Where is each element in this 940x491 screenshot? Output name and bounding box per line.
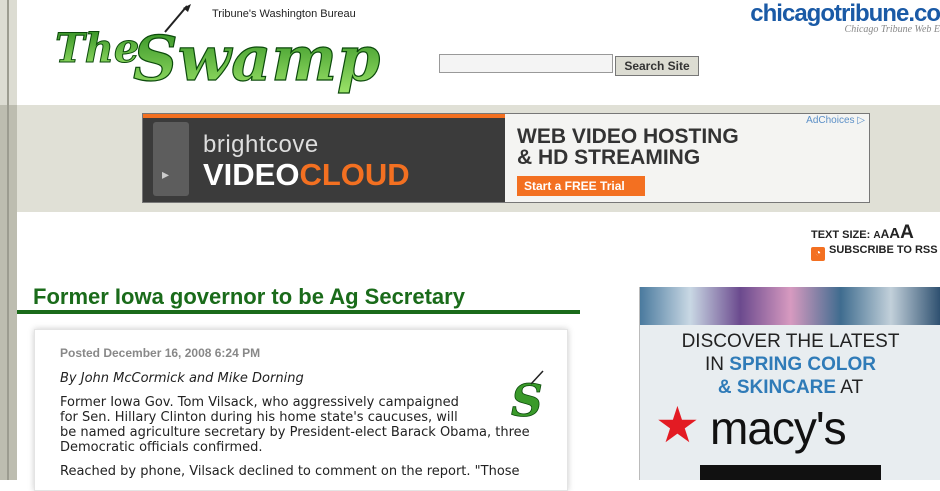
- rss-icon: ◔: [811, 247, 825, 261]
- article-post: Posted December 16, 2008 6:24 PM By John…: [34, 329, 568, 491]
- chicagotribune-subtitle: Chicago Tribune Web E: [844, 24, 940, 35]
- ad-line-2: IN SPRING COLOR: [704, 354, 876, 375]
- site-header: The Swamp Tribune's Washington Bureau ch…: [17, 0, 940, 105]
- ad-orange-stripe: [143, 114, 505, 118]
- text-size-medium[interactable]: A: [881, 227, 890, 241]
- macys-logo: macy's: [710, 402, 847, 454]
- ad-headline-line1: WEB VIDEO HOSTING: [517, 125, 739, 148]
- makeup-palette-image: [640, 287, 940, 325]
- post-date: Posted December 16, 2008 6:24 PM: [60, 346, 261, 360]
- paragraph-line: Democratic officials confirmed.: [60, 440, 263, 455]
- text-size-control: TEXT SIZE: AAAA: [811, 222, 914, 244]
- text-size-large[interactable]: A: [889, 225, 900, 242]
- text-size-xlarge[interactable]: A: [900, 222, 914, 243]
- start-free-trial-button[interactable]: Start a FREE Trial: [517, 176, 645, 196]
- left-gutter: [0, 0, 17, 480]
- ad-headline: WEB VIDEO HOSTING & HD STREAMING: [517, 126, 739, 168]
- ad-line-1: DISCOVER THE LATEST: [681, 331, 900, 352]
- search-site-button[interactable]: Search Site: [615, 56, 699, 76]
- ad-brand-panel: ▸ brightcove VIDEOCLOUD: [143, 114, 505, 202]
- ad-band: ▸ brightcove VIDEOCLOUD AdChoices ▷ WEB …: [17, 105, 940, 212]
- paragraph-line: Former Iowa Gov. Tom Vilsack, who aggres…: [60, 395, 459, 410]
- svg-text:Swamp: Swamp: [133, 22, 380, 95]
- ad-headline-line2: & HD STREAMING: [517, 146, 701, 169]
- ad-brand-brightcove: brightcove: [203, 131, 319, 158]
- bureau-tagline: Tribune's Washington Bureau: [212, 8, 356, 20]
- byline: By John McCormick and Mike Dorning: [60, 371, 304, 386]
- subscribe-rss-link[interactable]: ◔ SUBSCRIBE TO RSS: [811, 244, 938, 261]
- text-size-small[interactable]: A: [873, 230, 880, 241]
- svg-text:The: The: [55, 25, 139, 72]
- ad-bottom-bar: [700, 465, 881, 480]
- left-gutter-line: [7, 0, 9, 480]
- paragraph-line: for Sen. Hillary Clinton during his home…: [60, 410, 458, 425]
- article-paragraph-2: Reached by phone, Vilsack declined to co…: [60, 464, 520, 479]
- title-divider: [17, 310, 580, 314]
- film-strip-icon: ▸: [153, 122, 189, 196]
- text-size-label: TEXT SIZE:: [811, 229, 871, 241]
- article-title[interactable]: Former Iowa governor to be Ag Secretary: [33, 284, 465, 310]
- brightcove-ad-banner[interactable]: ▸ brightcove VIDEOCLOUD AdChoices ▷ WEB …: [142, 113, 870, 203]
- article-paragraph-1: Former Iowa Gov. Tom Vilsack, who aggres…: [60, 395, 540, 455]
- macys-star-icon: ★: [655, 397, 700, 453]
- subscribe-rss-label: SUBSCRIBE TO RSS: [829, 244, 938, 256]
- ad-message-panel: AdChoices ▷ WEB VIDEO HOSTING & HD STREA…: [505, 114, 869, 202]
- ad-brand-video: VIDEO: [203, 157, 300, 192]
- paragraph-line: be named agriculture secretary by Presid…: [60, 425, 530, 440]
- ad-brand-cloud: CLOUD: [299, 157, 410, 192]
- ad-line-3: & SKINCARE AT: [717, 377, 864, 398]
- adchoices-icon: ▷: [857, 115, 865, 126]
- adchoices-link[interactable]: AdChoices ▷: [806, 115, 865, 126]
- ad-brand-videocloud: VIDEOCLOUD: [203, 157, 410, 193]
- macys-ad[interactable]: DISCOVER THE LATEST IN SPRING COLOR & SK…: [639, 287, 940, 480]
- search-input[interactable]: [439, 54, 613, 73]
